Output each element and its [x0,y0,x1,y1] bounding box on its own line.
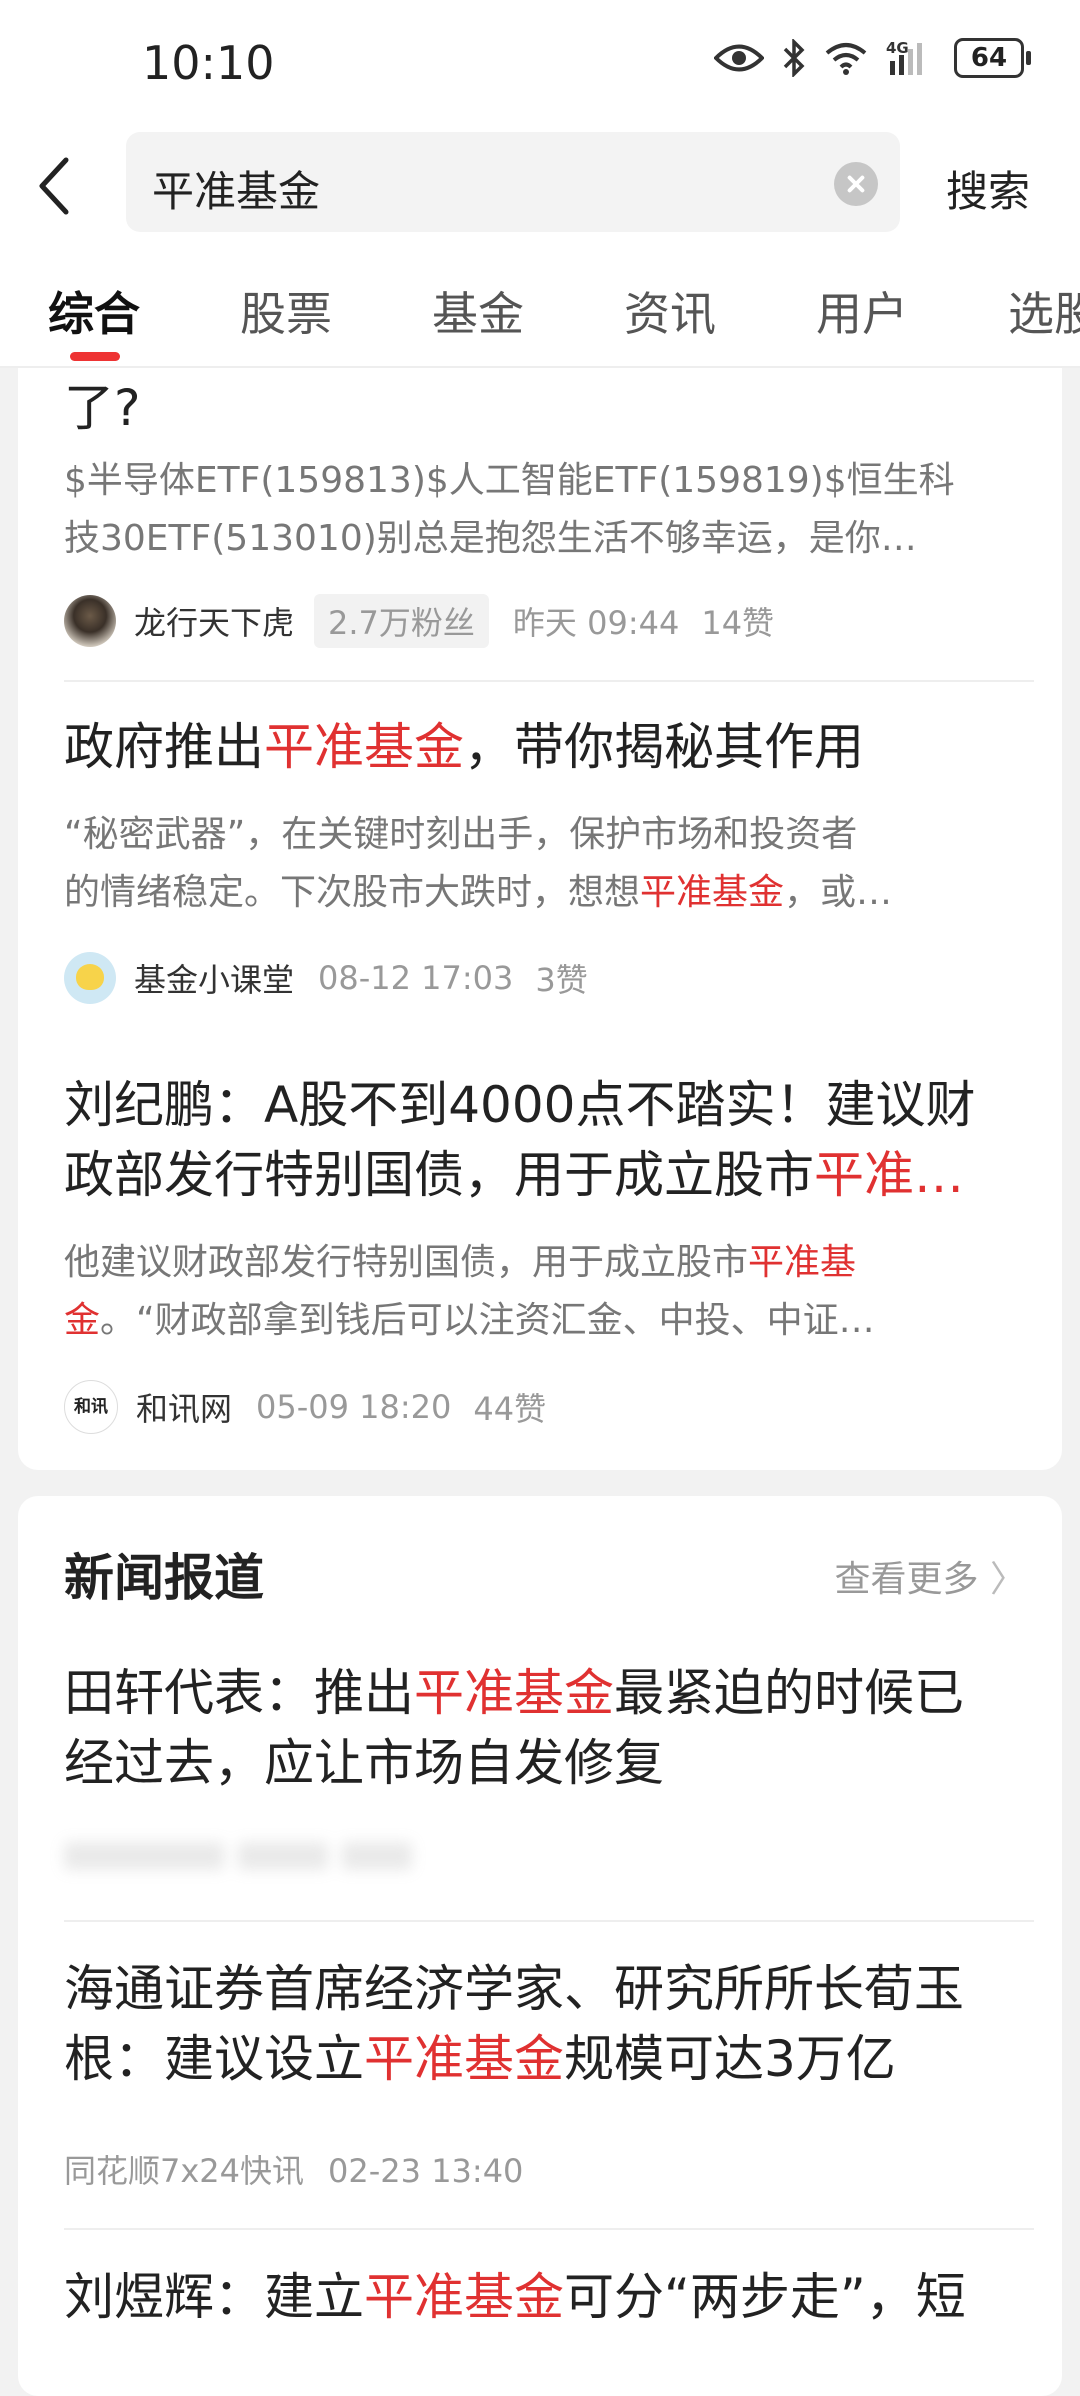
article-title-tail[interactable]: 了? [64,368,141,440]
article-title[interactable]: 政府推出平准基金，带你揭秘其作用 [64,712,1024,782]
news-title[interactable]: 田轩代表：推出平准基金最紧迫的时候已 经过去，应让市场自发修复 [64,1658,1024,1798]
post-time: 05-09 18:20 [256,1388,452,1426]
signal-icon: 4G [886,39,922,75]
tab-stock-picker[interactable]: 选股 [1008,278,1080,344]
news-title[interactable]: 海通证券首席经济学家、研究所所长荀玉 根：建议设立平准基金规模可达3万亿 [64,1954,1024,2094]
category-tabs: 综合 股票 基金 资讯 用户 选股 [0,252,1080,368]
tab-comprehensive[interactable]: 综合 [48,278,140,344]
bluetooth-icon [783,39,805,77]
tab-news[interactable]: 资讯 [624,278,716,344]
news-time: 02-23 13:40 [328,2152,524,2190]
avatar[interactable]: 和讯 [64,1380,118,1434]
like-count: 3赞 [535,961,588,999]
article-meta: 和讯 和讯网 05-09 18:20 44赞 [64,1380,546,1434]
top-bar: 10:10 4G 64 平准基金 搜索 综合 股票 基金 资讯 用户 选股 [0,0,1080,368]
svg-text:4G: 4G [886,39,909,57]
like-count: 14赞 [701,604,775,642]
divider [64,2228,1034,2230]
blurred-meta [64,1842,444,1882]
avatar[interactable] [64,595,116,647]
clear-icon[interactable] [834,162,878,206]
search-query: 平准基金 [152,167,321,216]
tab-funds[interactable]: 基金 [432,278,524,344]
divider [64,1920,1034,1922]
see-more-link[interactable]: 查看更多 〉 [835,1550,1026,1602]
search-button[interactable]: 搜索 [946,158,1030,219]
news-section-card: 新闻报道 查看更多 〉 田轩代表：推出平准基金最紧迫的时候已 经过去，应让市场自… [18,1496,1062,2396]
battery-icon: 64 [954,38,1031,78]
tab-stocks[interactable]: 股票 [240,278,332,344]
status-time: 10:10 [142,36,275,90]
article-meta: 龙行天下虎 2.7万粉丝 昨天 09:44 14赞 [64,594,774,648]
article-summary[interactable]: “秘密武器”，在关键时刻出手，保护市场和投资者 的情绪稳定。下次股市大跌时，想想… [64,806,1024,922]
tab-users[interactable]: 用户 [816,278,908,344]
divider [64,680,1034,682]
author-name[interactable]: 龙行天下虎 [134,598,294,644]
status-bar: 10:10 4G 64 [0,0,1080,128]
post-time: 08-12 17:03 [318,959,514,997]
article-meta: 基金小课堂 08-12 17:03 3赞 [64,951,588,1005]
article-summary[interactable]: 他建议财政部发行特别国债，用于成立股市平准基 金。“财政部拿到钱后可以注资汇金、… [64,1234,1024,1350]
news-source: 同花顺7x24快讯 [64,2152,305,2190]
status-icons: 4G 64 [714,38,1031,78]
news-title[interactable]: 刘煜辉：建立平准基金可分“两步走”，短 [64,2262,1024,2332]
article-results-card: 了? $半导体ETF(159813)$人工智能ETF(159819)$恒生科 技… [18,340,1062,1470]
wifi-icon [825,43,867,75]
article-title[interactable]: 刘纪鹏：A股不到4000点不踏实！建议财 政部发行特别国债，用于成立股市平准… [64,1070,1024,1210]
news-meta: 同花顺7x24快讯 02-23 13:40 [64,2146,523,2192]
chevron-right-icon: 〉 [989,1559,1026,1600]
search-row: 平准基金 搜索 [0,128,1080,240]
avatar[interactable] [64,952,116,1004]
author-name[interactable]: 和讯网 [136,1384,232,1430]
search-input[interactable]: 平准基金 [126,132,900,232]
article-summary[interactable]: $半导体ETF(159813)$人工智能ETF(159819)$恒生科 技30E… [64,452,1024,568]
post-time: 昨天 09:44 [512,604,680,642]
section-title: 新闻报道 [64,1549,264,1607]
back-arrow-icon[interactable] [28,150,88,222]
fans-badge: 2.7万粉丝 [314,594,489,648]
eye-icon [714,44,764,72]
like-count: 44赞 [473,1390,547,1428]
tab-indicator [70,352,120,361]
author-name[interactable]: 基金小课堂 [134,955,294,1001]
